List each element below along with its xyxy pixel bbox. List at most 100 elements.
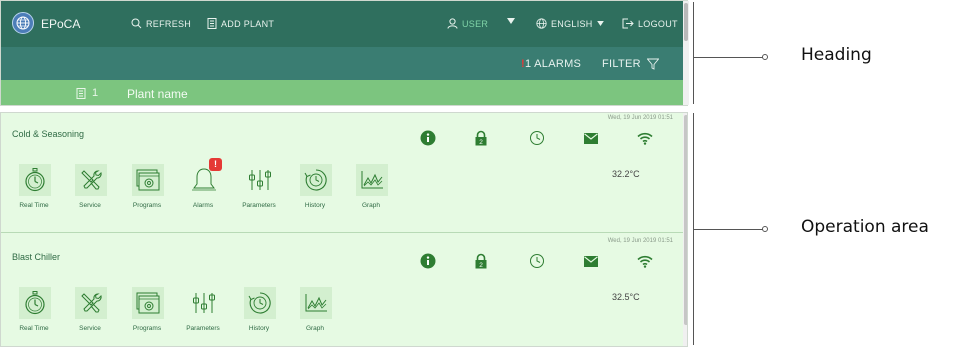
alarms-indicator[interactable]: !1 ALARMS (521, 58, 581, 70)
tool-alarms[interactable]: ! Alarms (181, 158, 225, 214)
clock-icon[interactable] (528, 252, 546, 270)
search-icon (131, 18, 142, 29)
tool-label: Real Time (19, 202, 49, 209)
heading-callout-line (694, 57, 764, 58)
alarm-filter-bar: !1 ALARMS FILTER (1, 47, 683, 80)
scrollbar-thumb[interactable] (684, 3, 688, 41)
tool-history[interactable]: History (293, 164, 337, 214)
lock-number: 2 (479, 262, 483, 269)
user-dropdown-toggle[interactable] (507, 18, 515, 24)
plant-number: 1 (76, 87, 98, 99)
top-navigation-bar: EPoCA REFRESH ADD PLANT USER ENGLISH LOG… (1, 1, 683, 47)
heading-bracket-line (693, 2, 694, 104)
tool-real-time[interactable]: Real Time (12, 287, 56, 337)
wifi-icon (636, 129, 654, 147)
device-card: Blast Chiller Wed, 19 Jun 2019 01:51 2 3… (1, 236, 683, 346)
history-icon (248, 292, 271, 314)
device-timestamp: Wed, 19 Jun 2019 01:51 (607, 238, 673, 244)
caret-down-icon (596, 21, 604, 26)
tool-programs[interactable]: Programs (125, 287, 169, 337)
stopwatch-icon (25, 168, 45, 192)
language-label: ENGLISH (551, 18, 593, 29)
device-name[interactable]: Cold & Seasoning (12, 129, 84, 139)
app-name: EPoCA (41, 17, 81, 31)
tool-label: Parameters (242, 202, 276, 209)
tool-real-time[interactable]: Real Time (12, 164, 56, 214)
sliders-icon (249, 170, 271, 190)
filter-button[interactable]: FILTER (602, 58, 659, 70)
stopwatch-icon (25, 291, 45, 315)
operation-area-callout-line (694, 229, 764, 230)
building-icon (76, 87, 86, 99)
alarms-label: ALARMS (534, 58, 582, 70)
tool-programs[interactable]: Programs (125, 164, 169, 214)
user-menu[interactable]: USER (447, 18, 488, 29)
tool-graph[interactable]: Graph (349, 164, 393, 214)
graph-icon (305, 294, 327, 312)
tool-service[interactable]: Service (68, 287, 112, 337)
plant-number-value: 1 (92, 87, 99, 99)
funnel-icon (646, 58, 659, 70)
tool-parameters[interactable]: Parameters (237, 164, 281, 214)
device-temperature: 32.2°C (612, 169, 640, 179)
heading-callout-dot (762, 54, 768, 60)
tool-label: History (248, 325, 270, 332)
add-plant-button[interactable]: ADD PLANT (207, 18, 274, 29)
programs-icon (136, 169, 160, 191)
tool-parameters[interactable]: Parameters (181, 287, 225, 337)
tool-label: Service (79, 325, 101, 332)
tool-label: Graph (305, 325, 325, 332)
tool-label: Alarms (192, 202, 214, 209)
device-card: Cold & Seasoning Wed, 19 Jun 2019 01:51 … (1, 113, 683, 233)
clock-icon[interactable] (528, 129, 546, 147)
device-timestamp: Wed, 19 Jun 2019 01:51 (607, 115, 673, 121)
plant-name: Plant name (127, 87, 188, 101)
alarm-badge: ! (209, 158, 222, 171)
tool-label: Programs (132, 202, 162, 209)
globe-icon (536, 18, 547, 29)
heading-screenshot: EPoCA REFRESH ADD PLANT USER ENGLISH LOG… (0, 0, 689, 106)
tool-graph[interactable]: Graph (293, 287, 337, 337)
tool-label: Programs (132, 325, 162, 332)
lock-number: 2 (479, 139, 483, 146)
lock-icon[interactable]: 2 (472, 129, 490, 147)
scrollbar[interactable] (683, 1, 689, 105)
logout-button[interactable]: LOGOUT (622, 18, 678, 29)
logout-label: LOGOUT (638, 18, 678, 29)
wrench-screwdriver-icon (81, 170, 102, 190)
building-icon (207, 18, 217, 29)
history-icon (304, 169, 327, 191)
operation-area-callout-dot (762, 226, 768, 232)
language-selector[interactable]: ENGLISH (536, 18, 604, 29)
device-temperature: 32.5°C (612, 292, 640, 302)
globe-logo-icon[interactable] (12, 12, 34, 34)
info-icon[interactable] (419, 252, 437, 270)
heading-callout-label: Heading (801, 45, 872, 65)
caret-down-icon (507, 18, 515, 24)
operation-area-callout-label: Operation area (801, 217, 929, 237)
envelope-icon[interactable] (582, 252, 600, 270)
wifi-icon (636, 252, 654, 270)
lock-icon[interactable]: 2 (472, 252, 490, 270)
device-name[interactable]: Blast Chiller (12, 252, 60, 262)
filter-label: FILTER (602, 58, 641, 70)
refresh-button[interactable]: REFRESH (131, 18, 191, 29)
refresh-label: REFRESH (146, 18, 192, 29)
tool-service[interactable]: Service (68, 164, 112, 214)
scrollbar-thumb[interactable] (684, 115, 687, 325)
logout-icon (622, 18, 634, 29)
user-icon (447, 18, 458, 29)
plant-row[interactable]: 1 Plant name (1, 80, 683, 105)
tool-label: Graph (361, 202, 381, 209)
programs-icon (136, 292, 160, 314)
graph-icon (361, 171, 383, 189)
tool-history[interactable]: History (237, 287, 281, 337)
envelope-icon[interactable] (582, 129, 600, 147)
scrollbar[interactable] (683, 113, 687, 346)
info-icon[interactable] (419, 129, 437, 147)
user-label: USER (462, 18, 489, 29)
tool-label: History (304, 202, 326, 209)
operation-area-screenshot: Cold & Seasoning Wed, 19 Jun 2019 01:51 … (0, 112, 688, 347)
tool-label: Real Time (19, 325, 49, 332)
tool-label: Parameters (186, 325, 220, 332)
